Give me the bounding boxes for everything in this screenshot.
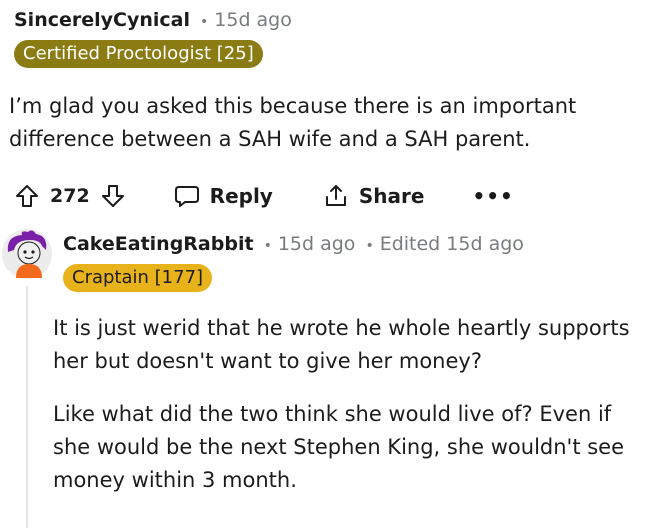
comment-header: SincerelyCynical • 15d ago xyxy=(14,9,292,31)
arrow-down-icon xyxy=(101,185,124,207)
separator-dot: • xyxy=(200,14,209,30)
separator-dot: • xyxy=(263,238,272,254)
comment-paragraph: It is just werid that he wrote he whole … xyxy=(53,316,630,373)
comment-header: CakeEatingRabbit • 15d ago • Edited 15d … xyxy=(63,233,524,255)
comment-author[interactable]: SincerelyCynical xyxy=(14,9,190,31)
share-icon xyxy=(325,185,346,206)
user-flair: Craptain [177] xyxy=(63,264,213,292)
comment-action-bar: 272 Reply Share ••• xyxy=(14,178,514,214)
vote-count: 272 xyxy=(50,185,90,207)
avatar[interactable] xyxy=(0,226,54,284)
comment-paragraph: Like what did the two think she would li… xyxy=(53,402,625,492)
arrow-up-icon xyxy=(16,185,38,207)
upvote-button[interactable] xyxy=(14,183,40,209)
comment-timestamp[interactable]: 15d ago xyxy=(278,233,356,255)
edited-label: Edited 15d ago xyxy=(379,233,524,255)
downvote-button[interactable] xyxy=(100,183,126,209)
comment-body: It is just werid that he wrote he whole … xyxy=(53,312,653,517)
comment-body: I’m glad you asked this because there is… xyxy=(9,94,577,151)
comment-timestamp[interactable]: 15d ago xyxy=(214,9,292,31)
speech-bubble-icon xyxy=(174,186,199,207)
separator-dot: • xyxy=(365,238,374,254)
reply-label: Reply xyxy=(209,184,273,208)
thread-line[interactable] xyxy=(26,286,28,528)
share-button[interactable]: Share xyxy=(323,183,425,209)
more-options-button[interactable]: ••• xyxy=(472,184,513,208)
user-flair: Certified Proctologist [25] xyxy=(14,40,263,68)
comment-author[interactable]: CakeEatingRabbit xyxy=(63,233,254,255)
share-label: Share xyxy=(358,184,425,208)
reply-button[interactable]: Reply xyxy=(174,183,273,209)
